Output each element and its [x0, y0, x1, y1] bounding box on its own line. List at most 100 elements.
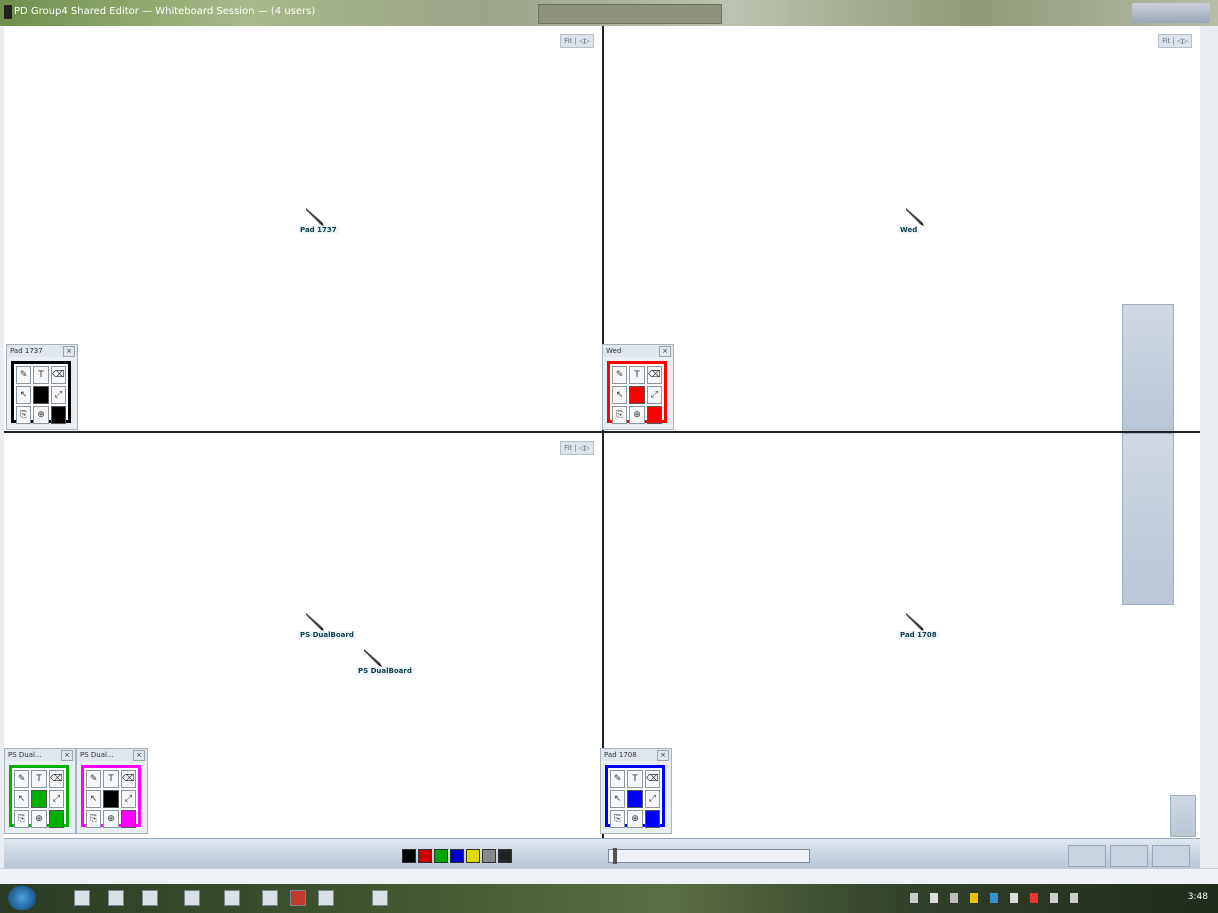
close-icon[interactable]: × [133, 750, 145, 761]
pen-tool-icon[interactable]: ✎ [612, 366, 628, 384]
resize-tool-icon[interactable]: ⤢ [646, 386, 662, 404]
zoom-slider[interactable] [608, 848, 810, 864]
pane-divider-horizontal[interactable] [4, 431, 1200, 433]
eraser-tool-icon[interactable]: ⌫ [646, 366, 662, 384]
tool-palette[interactable]: PS Dual... × ✎ T ⌫ ↖ ⤢ ⎘ ⊕ [76, 748, 148, 834]
shape-tool-icon[interactable]: ⊕ [103, 810, 119, 828]
eraser-tool-icon[interactable]: ⌫ [48, 770, 64, 788]
tray-icon[interactable] [1010, 893, 1018, 903]
taskbar-app-icon[interactable] [318, 890, 334, 906]
resize-tool-icon[interactable]: ⤢ [644, 790, 660, 808]
text-tool-icon[interactable]: T [627, 770, 643, 788]
start-button[interactable] [8, 886, 36, 910]
pen-tool-icon[interactable]: ✎ [16, 366, 32, 384]
color-swatch[interactable] [48, 810, 64, 828]
clock[interactable]: 3:48 [1188, 892, 1208, 902]
eraser-tool-icon[interactable]: ⌫ [50, 366, 66, 384]
pane-fit-button[interactable]: Fit | ◁▷ [560, 34, 594, 48]
shape-tool-icon[interactable]: ⊕ [33, 406, 49, 424]
pen-tool-icon[interactable]: ✎ [86, 770, 102, 788]
toolbar-button[interactable] [1068, 845, 1106, 867]
close-icon[interactable]: × [657, 750, 669, 761]
eraser-tool-icon[interactable]: ⌫ [644, 770, 660, 788]
taskbar-app-icon[interactable] [142, 890, 158, 906]
tool-palette[interactable]: Pad 1737 × ✎ T ⌫ ↖ ⤢ ⎘ ⊕ [6, 344, 78, 430]
pointer-tool-icon[interactable]: ↖ [86, 790, 102, 808]
text-tool-icon[interactable]: T [629, 366, 645, 384]
toolbar-button[interactable] [1110, 845, 1148, 867]
text-tool-icon[interactable]: T [33, 366, 49, 384]
copy-tool-icon[interactable]: ⎘ [16, 406, 32, 424]
resize-tool-icon[interactable]: ⤢ [48, 790, 64, 808]
resize-tool-icon[interactable]: ⤢ [120, 790, 136, 808]
pen-tool-icon[interactable]: ✎ [610, 770, 626, 788]
copy-tool-icon[interactable]: ⎘ [14, 810, 30, 828]
color-swatch[interactable] [627, 790, 643, 808]
window-controls[interactable] [1132, 3, 1210, 23]
tray-icon[interactable] [1070, 893, 1078, 903]
taskbar-window-button[interactable] [538, 4, 722, 24]
pointer-tool-icon[interactable]: ↖ [612, 386, 628, 404]
tray-icon[interactable] [930, 893, 938, 903]
color-black-swatch[interactable] [402, 849, 416, 863]
close-icon[interactable]: × [61, 750, 73, 761]
copy-tool-icon[interactable]: ⎘ [612, 406, 628, 424]
resize-tool-icon[interactable]: ⤢ [50, 386, 66, 404]
tool-palette[interactable]: PS Dual... × ✎ T ⌫ ↖ ⤢ ⎘ ⊕ [4, 748, 76, 834]
shape-tool-icon[interactable]: ⊕ [629, 406, 645, 424]
close-icon[interactable]: × [659, 346, 671, 357]
taskbar-app-icon[interactable] [224, 890, 240, 906]
color-blue-swatch[interactable] [450, 849, 464, 863]
tray-icon[interactable] [990, 893, 998, 903]
pane-fit-button[interactable]: Fit | ◁▷ [560, 441, 594, 455]
pointer-tool-icon[interactable]: ↖ [610, 790, 626, 808]
tool-palette[interactable]: Pad 1708 × ✎ T ⌫ ↖ ⤢ ⎘ ⊕ [600, 748, 672, 834]
pointer-tool-icon[interactable]: ↖ [16, 386, 32, 404]
pane-top-right[interactable]: Fit | ◁▷ Wed [604, 26, 1200, 431]
side-scroll-panel[interactable] [1122, 433, 1174, 605]
color-swatch[interactable] [31, 790, 47, 808]
taskbar-app-icon[interactable] [108, 890, 124, 906]
text-tool-icon[interactable]: T [31, 770, 47, 788]
pane-bottom-right[interactable]: Pad 1708 [604, 433, 1200, 838]
tray-icon[interactable] [910, 893, 918, 903]
pane-fit-button[interactable]: Fit | ◁▷ [1158, 34, 1192, 48]
color-swatch[interactable] [644, 810, 660, 828]
corner-widget[interactable] [1170, 795, 1196, 837]
color-swatch[interactable] [103, 790, 119, 808]
color-gray-swatch[interactable] [482, 849, 496, 863]
slider-thumb[interactable] [613, 848, 617, 864]
color-swatch[interactable] [50, 406, 66, 424]
taskbar-app-icon[interactable] [262, 890, 278, 906]
taskbar-app-icon[interactable] [372, 890, 388, 906]
text-tool-icon[interactable]: T [103, 770, 119, 788]
shape-tool-icon[interactable]: ⊕ [31, 810, 47, 828]
pen-tool-icon[interactable]: ✎ [14, 770, 30, 788]
taskbar-app-icon[interactable] [290, 890, 306, 906]
pane-top-left[interactable]: Fit | ◁▷ Pad 1737 [4, 26, 602, 431]
tray-icon[interactable] [970, 893, 978, 903]
color-swatch[interactable] [646, 406, 662, 424]
color-picker[interactable] [402, 849, 512, 863]
color-dark-swatch[interactable] [498, 849, 512, 863]
shape-tool-icon[interactable]: ⊕ [627, 810, 643, 828]
color-swatch[interactable] [33, 386, 49, 404]
side-scroll-panel[interactable] [1122, 304, 1174, 431]
color-green-swatch[interactable] [434, 849, 448, 863]
taskbar-app-icon[interactable] [184, 890, 200, 906]
color-swatch[interactable] [629, 386, 645, 404]
toolbar-button[interactable] [1152, 845, 1190, 867]
color-swatch[interactable] [120, 810, 136, 828]
tray-icon[interactable] [1030, 893, 1038, 903]
color-yellow-swatch[interactable] [466, 849, 480, 863]
eraser-tool-icon[interactable]: ⌫ [120, 770, 136, 788]
taskbar-app-icon[interactable] [74, 890, 90, 906]
close-icon[interactable]: × [63, 346, 75, 357]
copy-tool-icon[interactable]: ⎘ [610, 810, 626, 828]
tray-icon[interactable] [1050, 893, 1058, 903]
tray-icon[interactable] [950, 893, 958, 903]
pointer-tool-icon[interactable]: ↖ [14, 790, 30, 808]
tool-palette[interactable]: Wed × ✎ T ⌫ ↖ ⤢ ⎘ ⊕ [602, 344, 674, 430]
copy-tool-icon[interactable]: ⎘ [86, 810, 102, 828]
color-red-swatch[interactable] [418, 849, 432, 863]
